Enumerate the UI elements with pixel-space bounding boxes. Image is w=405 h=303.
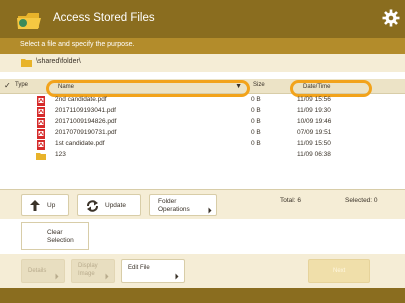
expand-arrow-icon (175, 273, 179, 280)
file-size: 0 B (251, 140, 261, 147)
status-bar (0, 288, 405, 303)
title-bar: Access Stored Files (0, 0, 405, 38)
file-name: 1st candidate.pdf (55, 140, 105, 147)
file-row[interactable]: 20171109193041.pdf 0 B 11/09 19:30 (0, 106, 405, 117)
file-name: 20170709190731.pdf (55, 129, 117, 136)
pdf-file-icon (37, 140, 45, 150)
column-type[interactable]: Type (15, 82, 28, 88)
pdf-file-icon (37, 129, 45, 139)
path-bar: \shared\folder\ (0, 54, 405, 72)
select-all-check-icon[interactable]: ✓ (4, 81, 11, 90)
update-button[interactable]: Update (77, 194, 141, 216)
file-date: 11/09 15:50 (297, 140, 331, 147)
folder-app-icon (17, 13, 41, 29)
column-size[interactable]: Size (253, 82, 265, 88)
edit-file-label: Edit File (128, 265, 150, 271)
selection-area: Clear Selection (0, 219, 405, 254)
up-label: Up (47, 202, 56, 209)
file-date: 11/09 15:56 (297, 96, 331, 103)
gear-icon[interactable] (382, 9, 400, 27)
selected-count: Selected: 0 (345, 197, 378, 204)
total-count: Total: 6 (280, 197, 301, 204)
toolbar: Up Update Folder Operations Total: 6 Sel… (0, 189, 405, 219)
pdf-file-icon (37, 118, 45, 128)
folder-operations-line2: Operations (158, 206, 190, 213)
clear-selection-button[interactable]: Clear Selection (21, 222, 89, 250)
column-datetime-label: Date/Time (303, 84, 331, 90)
edit-file-button[interactable]: Edit File (121, 259, 185, 283)
current-path: \shared\folder\ (36, 58, 81, 65)
next-label: Next (333, 268, 346, 274)
folder-row[interactable]: 123 11/09 06:38 (0, 150, 405, 161)
file-row[interactable]: 20170709190731.pdf 0 B 07/09 19:51 (0, 128, 405, 139)
display-image-line2: Image (78, 271, 95, 277)
folder-icon (21, 59, 32, 67)
clear-selection-line2: Selection (47, 237, 74, 244)
action-bar: Details Display Image Edit File Next (0, 254, 405, 288)
instruction-bar: Select a file and specify the purpose. (0, 38, 405, 54)
pdf-file-icon (37, 96, 45, 106)
refresh-icon (87, 200, 98, 212)
file-size: 0 B (251, 118, 261, 125)
instruction-text: Select a file and specify the purpose. (20, 41, 135, 48)
file-name: 20171009194826.pdf (55, 118, 117, 125)
expand-arrow-icon (105, 273, 109, 280)
file-size: 0 B (251, 107, 261, 114)
folder-operations-line1: Folder (158, 198, 177, 205)
file-name: 123 (55, 151, 66, 158)
display-image-line1: Display (78, 263, 98, 269)
file-date: 07/09 19:51 (297, 129, 332, 136)
file-name: 20171109193041.pdf (55, 107, 116, 114)
expand-arrow-icon (55, 273, 59, 280)
file-date: 11/09 19:30 (297, 107, 331, 114)
file-row[interactable]: 20171009194826.pdf 0 B 10/09 19:46 (0, 117, 405, 128)
arrow-up-icon (30, 200, 40, 211)
column-name-label: Name (58, 84, 75, 90)
folder-operations-button[interactable]: Folder Operations (149, 194, 217, 216)
file-date: 11/09 06:38 (297, 151, 331, 158)
up-button[interactable]: Up (21, 194, 69, 216)
display-image-button[interactable]: Display Image (71, 259, 115, 283)
file-date: 10/09 19:46 (297, 118, 332, 125)
clear-selection-line1: Clear (47, 229, 63, 236)
file-row[interactable]: 2nd candidate.pdf 0 B 11/09 15:56 (0, 95, 405, 106)
pdf-file-icon (37, 107, 45, 117)
update-label: Update (105, 202, 126, 209)
file-size: 0 B (251, 96, 261, 103)
file-name: 2nd candidate.pdf (55, 96, 107, 103)
file-list: 2nd candidate.pdf 0 B 11/09 15:56 201711… (0, 95, 405, 161)
file-row[interactable]: 1st candidate.pdf 0 B 11/09 15:50 (0, 139, 405, 150)
expand-arrow-icon (208, 207, 212, 214)
app-title: Access Stored Files (53, 12, 155, 24)
details-button[interactable]: Details (21, 259, 65, 283)
next-button[interactable]: Next (308, 259, 370, 283)
folder-icon (36, 153, 46, 160)
details-label: Details (28, 268, 47, 274)
file-size: 0 B (251, 129, 261, 136)
sort-down-icon: ▼ (235, 83, 242, 90)
